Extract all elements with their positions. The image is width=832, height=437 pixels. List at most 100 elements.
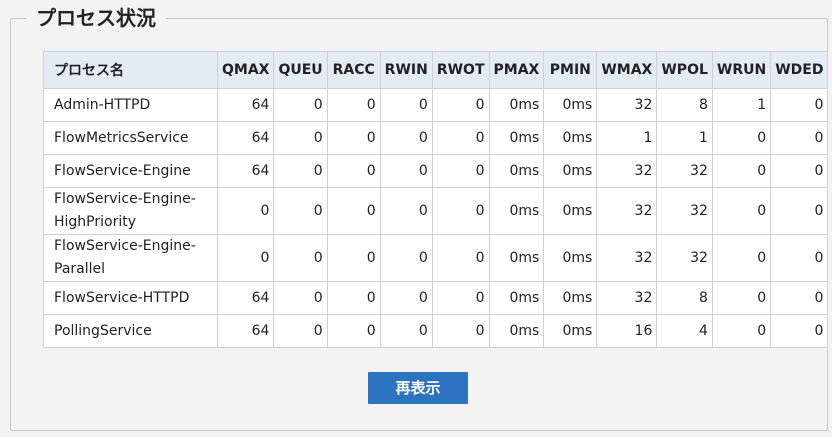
value-cell: 0ms bbox=[488, 88, 545, 122]
value-cell: 0 bbox=[216, 234, 275, 282]
value-cell: 0 bbox=[431, 314, 490, 348]
value-cell: 0ms bbox=[543, 88, 598, 122]
value-cell: 0 bbox=[711, 187, 772, 235]
value-cell: 1 bbox=[711, 88, 772, 122]
value-cell: 0 bbox=[379, 121, 433, 155]
value-cell: 32 bbox=[656, 154, 713, 188]
value-cell: 0 bbox=[431, 281, 490, 315]
value-cell: 0 bbox=[431, 121, 490, 155]
value-cell: 0 bbox=[326, 187, 381, 235]
value-cell: 0 bbox=[326, 154, 381, 188]
value-cell: 1 bbox=[656, 121, 713, 155]
value-cell: 0 bbox=[431, 187, 490, 235]
value-cell: 64 bbox=[216, 121, 275, 155]
refresh-button[interactable]: 再表示 bbox=[368, 372, 468, 404]
value-cell: 4 bbox=[656, 314, 713, 348]
value-cell: 0 bbox=[273, 314, 328, 348]
value-cell: 0 bbox=[431, 234, 490, 282]
table-row: FlowService-Engine 64 0 0 0 0 0ms 0ms 32 32 0 0 bbox=[43, 154, 829, 188]
value-cell: 32 bbox=[656, 187, 713, 235]
process-name-cell: FlowService-Engine bbox=[43, 154, 218, 188]
value-cell: 0 bbox=[379, 281, 433, 315]
value-cell: 0 bbox=[273, 187, 328, 235]
value-cell: 0ms bbox=[543, 281, 598, 315]
col-header-wpol: WPOL bbox=[656, 51, 713, 89]
col-header-wrun: WRUN bbox=[711, 51, 772, 89]
value-cell: 0 bbox=[273, 281, 328, 315]
process-name-cell: FlowMetricsService bbox=[43, 121, 218, 155]
value-cell: 32 bbox=[596, 234, 658, 282]
col-header-racc: RACC bbox=[326, 51, 381, 89]
value-cell: 0ms bbox=[488, 314, 545, 348]
value-cell: 0 bbox=[326, 88, 381, 122]
process-name-cell: FlowService-Engine- HighPriority bbox=[43, 187, 218, 235]
value-cell: 0ms bbox=[488, 121, 545, 155]
process-name-cell: FlowService-Engine- Parallel bbox=[43, 234, 218, 282]
table-row: FlowMetricsService 64 0 0 0 0 0ms 0ms 1 1 0 0 bbox=[43, 121, 829, 155]
col-header-wmax: WMAX bbox=[596, 51, 658, 89]
value-cell: 0 bbox=[431, 88, 490, 122]
col-header-pmin: PMIN bbox=[543, 51, 598, 89]
value-cell: 64 bbox=[216, 154, 275, 188]
value-cell: 0 bbox=[273, 154, 328, 188]
value-cell: 0 bbox=[770, 121, 829, 155]
value-cell: 0ms bbox=[543, 314, 598, 348]
value-cell: 32 bbox=[596, 281, 658, 315]
value-cell: 0 bbox=[770, 88, 829, 122]
value-cell: 0 bbox=[326, 314, 381, 348]
value-cell: 8 bbox=[656, 88, 713, 122]
process-name-cell: FlowService-HTTPD bbox=[43, 281, 218, 315]
value-cell: 0 bbox=[770, 154, 829, 188]
value-cell: 16 bbox=[596, 314, 658, 348]
value-cell: 0 bbox=[379, 187, 433, 235]
value-cell: 0 bbox=[711, 154, 772, 188]
col-header-rwot: RWOT bbox=[431, 51, 490, 89]
value-cell: 0 bbox=[326, 281, 381, 315]
value-cell: 32 bbox=[596, 154, 658, 188]
value-cell: 64 bbox=[216, 88, 275, 122]
col-header-wded: WDED bbox=[770, 51, 829, 89]
value-cell: 0 bbox=[379, 154, 433, 188]
value-cell: 0 bbox=[273, 121, 328, 155]
table-row: Admin-HTTPD 64 0 0 0 0 0ms 0ms 32 8 1 0 bbox=[43, 88, 829, 122]
value-cell: 0 bbox=[326, 121, 381, 155]
value-cell: 0 bbox=[770, 281, 829, 315]
value-cell: 0 bbox=[711, 281, 772, 315]
value-cell: 0ms bbox=[488, 154, 545, 188]
process-name-cell: Admin-HTTPD bbox=[43, 88, 218, 122]
table-row: FlowService-Engine- HighPriority 0 0 0 0 0 0ms 0… bbox=[43, 187, 829, 235]
value-cell: 0ms bbox=[488, 187, 545, 235]
col-header-rwin: RWIN bbox=[379, 51, 433, 89]
table-row: FlowService-HTTPD 64 0 0 0 0 0ms 0ms 32 8 0 0 bbox=[43, 281, 829, 315]
table-row: FlowService-Engine- Parallel 0 0 0 0 0 0ms 0ms 32… bbox=[43, 234, 829, 282]
value-cell: 0 bbox=[379, 234, 433, 282]
value-cell: 32 bbox=[656, 234, 713, 282]
value-cell: 1 bbox=[596, 121, 658, 155]
process-table: プロセス名 QMAX QUEU RACC RWIN RWOT PMAX PMIN… bbox=[43, 51, 829, 348]
value-cell: 32 bbox=[596, 187, 658, 235]
process-name-cell: PollingService bbox=[43, 314, 218, 348]
value-cell: 0 bbox=[216, 187, 275, 235]
value-cell: 0 bbox=[711, 314, 772, 348]
value-cell: 0 bbox=[273, 88, 328, 122]
value-cell: 0ms bbox=[488, 281, 545, 315]
value-cell: 32 bbox=[596, 88, 658, 122]
value-cell: 64 bbox=[216, 314, 275, 348]
col-header-queu: QUEU bbox=[273, 51, 328, 89]
value-cell: 0 bbox=[770, 234, 829, 282]
value-cell: 8 bbox=[656, 281, 713, 315]
col-header-process-name: プロセス名 bbox=[43, 51, 218, 89]
value-cell: 0 bbox=[711, 121, 772, 155]
value-cell: 0 bbox=[770, 314, 829, 348]
section-title: プロセス状況 bbox=[26, 4, 166, 32]
value-cell: 0ms bbox=[543, 234, 598, 282]
value-cell: 0 bbox=[711, 234, 772, 282]
value-cell: 0ms bbox=[543, 154, 598, 188]
value-cell: 0 bbox=[770, 187, 829, 235]
value-cell: 0ms bbox=[543, 187, 598, 235]
value-cell: 0 bbox=[379, 314, 433, 348]
table-row: PollingService 64 0 0 0 0 0ms 0ms 16 4 0 0 bbox=[43, 314, 829, 348]
value-cell: 64 bbox=[216, 281, 275, 315]
col-header-pmax: PMAX bbox=[488, 51, 545, 89]
table-header-row: プロセス名 QMAX QUEU RACC RWIN RWOT PMAX PMIN… bbox=[43, 51, 829, 89]
